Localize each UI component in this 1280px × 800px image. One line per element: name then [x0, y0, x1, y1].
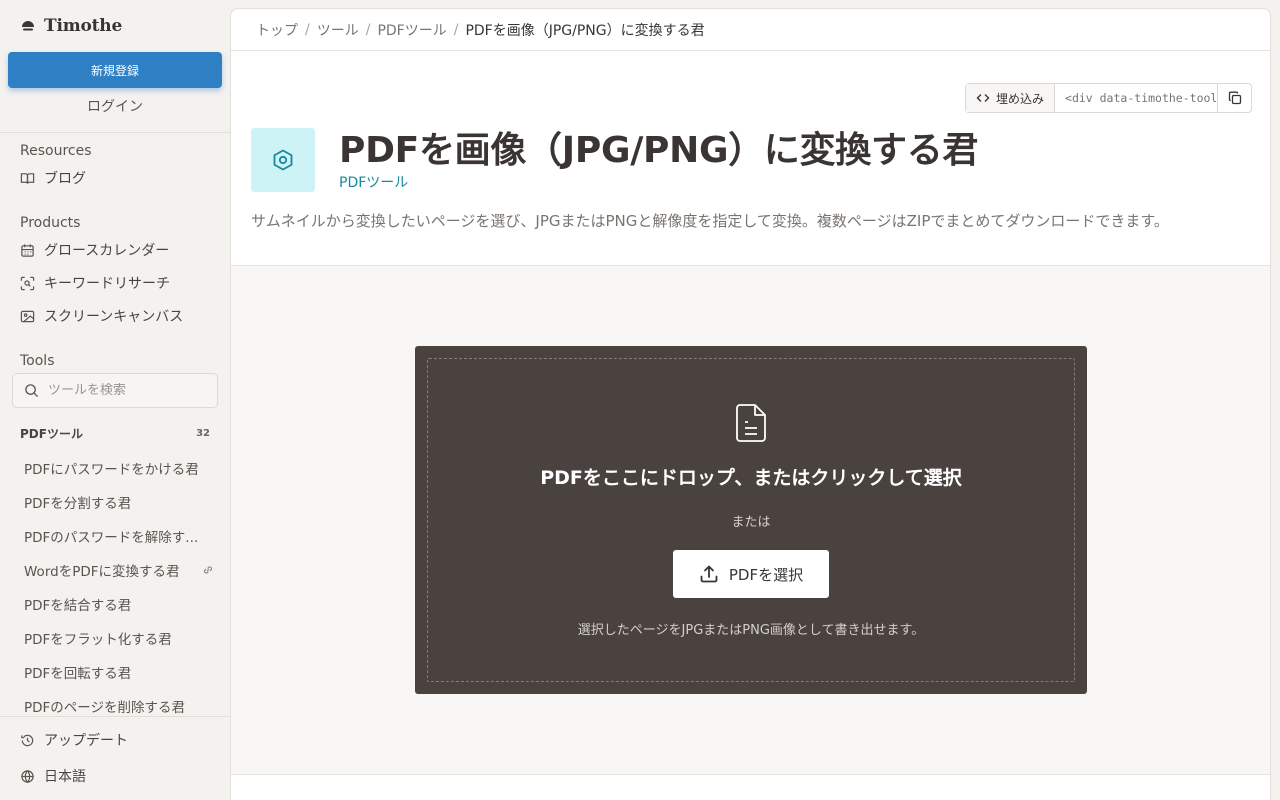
tool-description: サムネイルから変換したいページを選び、JPGまたはPNGと解像度を指定して変換。… — [251, 212, 1169, 230]
logo-mark-icon — [22, 21, 34, 31]
tool-list-item-label: PDFのページを削除する君 — [24, 700, 186, 716]
sidebar-footer: アップデート 日本語 — [0, 716, 230, 800]
sidebar-item-label: スクリーンキャンバス — [44, 309, 184, 325]
sidebar-item-label: キーワードリサーチ — [44, 276, 170, 292]
dropzone-border: PDFをここにドロップ、またはクリックして選択 または PDFを選択 選択したペ… — [427, 358, 1075, 682]
updates-label: アップデート — [44, 733, 128, 749]
breadcrumb: トップ / ツール / PDFツール / PDFを画像（JPG/PNG）に変換す… — [256, 19, 705, 41]
sidebar-item-keyword-research[interactable]: キーワードリサーチ — [20, 272, 170, 294]
language-label: 日本語 — [44, 769, 86, 785]
link-icon — [203, 566, 213, 574]
breadcrumb-separator: / — [305, 22, 310, 38]
history-icon — [21, 734, 34, 746]
tool-list-item[interactable]: PDFを回転する君 — [24, 661, 214, 683]
main-panel: トップ / ツール / PDFツール / PDFを画像（JPG/PNG）に変換す… — [230, 8, 1271, 800]
tool-list-item-label: PDFをフラット化する君 — [24, 632, 172, 648]
tool-list-item-label: PDFにパスワードをかける君 — [24, 462, 199, 478]
tool-list-item-label: PDFを回転する君 — [24, 666, 132, 682]
tool-list-item-label: PDFのパスワードを解除す... — [24, 530, 199, 546]
tool-workspace: PDFをここにドロップ、またはクリックして選択 または PDFを選択 選択したペ… — [231, 266, 1270, 774]
dropzone-title: PDFをここにドロップ、またはクリックして選択 — [540, 467, 962, 489]
scan-search-icon — [20, 276, 35, 290]
embed-code-field[interactable]: <div data-timothe-tool="pdf-to-image"></… — [1055, 84, 1217, 112]
category-count-badge: 32 — [196, 427, 210, 439]
sidebar-item-label: グロースカレンダー — [44, 243, 170, 259]
category-header[interactable]: PDFツール 32 — [20, 424, 210, 442]
sidebar-item-growth-calendar[interactable]: グロースカレンダー — [20, 239, 169, 261]
tool-list-item-label: PDFを分割する君 — [24, 496, 132, 512]
pdf-dropzone[interactable]: PDFをここにドロップ、またはクリックして選択 または PDFを選択 選択したペ… — [415, 346, 1087, 694]
embed-widget: 埋め込み <div data-timothe-tool="pdf-to-imag… — [965, 83, 1252, 113]
copy-icon — [1228, 91, 1241, 105]
tool-list[interactable]: PDFにパスワードをかける君 PDFを分割する君 PDFのパスワードを解除す..… — [0, 452, 230, 716]
products-section-title: Products — [20, 215, 81, 231]
image-icon — [20, 310, 35, 322]
logo[interactable]: Timothe — [20, 14, 122, 38]
tool-list-item[interactable]: PDFをフラット化する君 — [24, 627, 214, 649]
breadcrumb-item-top[interactable]: トップ — [256, 20, 298, 40]
tool-list-item[interactable]: PDFにパスワードをかける君 — [24, 457, 214, 479]
globe-icon — [21, 769, 34, 783]
category-title: PDFツール — [20, 426, 83, 441]
sidebar-divider — [0, 132, 230, 133]
tool-list-item-label: WordをPDFに変換する君 — [24, 564, 180, 580]
book-icon — [20, 172, 35, 184]
tools-section-title: Tools — [20, 353, 55, 369]
tool-icon-badge — [251, 128, 315, 192]
tool-search-input[interactable] — [48, 383, 208, 398]
hexagon-gear-icon — [273, 149, 293, 171]
breadcrumb-separator: / — [365, 22, 371, 38]
signup-button[interactable]: 新規登録 — [8, 52, 222, 88]
sidebar: Timothe 新規登録 ログイン Resources ブログ Products… — [0, 0, 230, 800]
embed-button-label: 埋め込み — [996, 91, 1045, 106]
breadcrumb-item-pdf-tools[interactable]: PDFツール — [377, 20, 446, 40]
breadcrumb-divider — [231, 50, 1270, 51]
select-pdf-button[interactable]: PDFを選択 — [673, 550, 829, 598]
copy-button[interactable] — [1217, 84, 1251, 112]
file-text-icon — [736, 404, 766, 442]
upload-icon — [700, 565, 718, 583]
workspace-divider — [231, 774, 1270, 775]
tool-list-item[interactable]: PDFを分割する君 — [24, 491, 214, 513]
sidebar-item-blog[interactable]: ブログ — [20, 167, 86, 189]
calendar-icon — [21, 243, 34, 257]
search-icon — [25, 384, 39, 398]
category-link[interactable]: PDFツール — [339, 172, 408, 192]
logo-text: Timothe — [44, 16, 123, 36]
breadcrumb-current: PDFを画像（JPG/PNG）に変換する君 — [465, 23, 705, 39]
sidebar-item-screen-canvas[interactable]: スクリーンキャンバス — [20, 305, 183, 327]
page-title: PDFを画像（JPG/PNG）に変換する君 — [339, 130, 979, 171]
breadcrumb-item-tools[interactable]: ツール — [317, 20, 359, 40]
tool-list-item-label: PDFを結合する君 — [24, 598, 132, 614]
tool-search-field[interactable] — [12, 373, 218, 408]
language-selector[interactable]: 日本語 — [20, 765, 86, 787]
sidebar-item-label: ブログ — [44, 171, 86, 187]
code-icon — [976, 94, 990, 102]
tool-list-item[interactable]: PDFを結合する君 — [24, 593, 214, 615]
tool-list-item[interactable]: PDFのパスワードを解除す... — [24, 525, 214, 547]
tool-list-item[interactable]: PDFのページを削除する君 — [24, 695, 214, 716]
resources-section-title: Resources — [20, 143, 92, 159]
embed-button[interactable]: 埋め込み — [966, 84, 1056, 112]
login-link[interactable]: ログイン — [0, 96, 230, 118]
tool-list-item[interactable]: WordをPDFに変換する君 — [24, 559, 214, 581]
breadcrumb-separator: / — [453, 22, 459, 38]
dropzone-or-label: または — [731, 515, 771, 530]
updates-link[interactable]: アップデート — [20, 729, 128, 751]
select-pdf-button-label: PDFを選択 — [728, 565, 804, 584]
dropzone-note: 選択したページをJPGまたはPNG画像として書き出せます。 — [577, 623, 925, 638]
